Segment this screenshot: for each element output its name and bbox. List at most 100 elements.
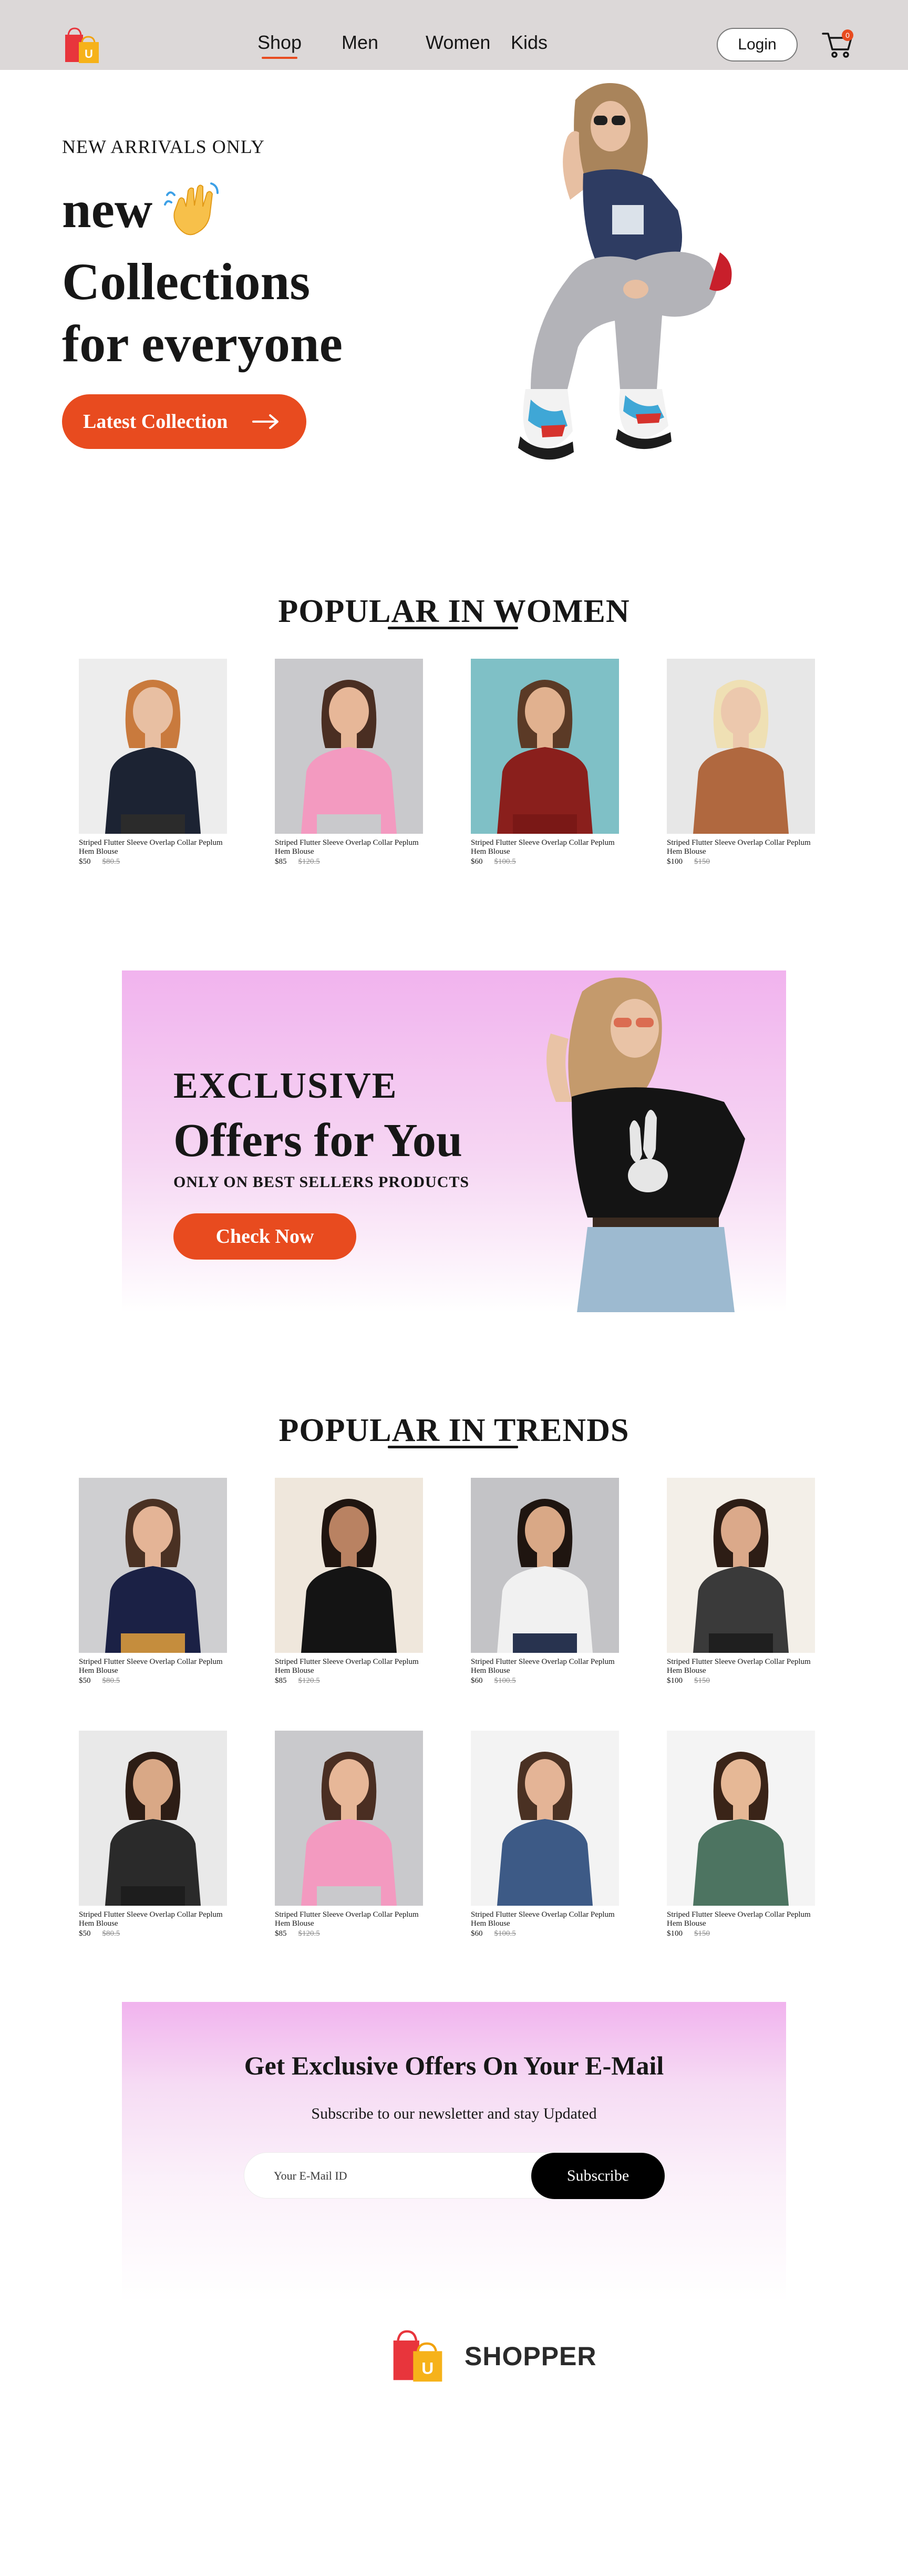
product-photo[interactable] — [79, 1478, 227, 1653]
product-name[interactable]: Striped Flutter Sleeve Overlap Collar Pe… — [79, 1658, 226, 1675]
product-card[interactable]: Striped Flutter Sleeve Overlap Collar Pe… — [667, 1478, 824, 1688]
product-new-price: $100 — [667, 857, 683, 866]
product-old-price: $80.5 — [102, 1677, 120, 1685]
product-photo[interactable] — [471, 659, 619, 834]
offer-subtitle: ONLY ON BEST SELLERS PRODUCTS — [173, 1173, 470, 1191]
nav-link-shop[interactable]: Shop — [257, 32, 302, 59]
product-photo[interactable] — [667, 1478, 815, 1653]
product-name[interactable]: Striped Flutter Sleeve Overlap Collar Pe… — [471, 1658, 618, 1675]
product-card[interactable]: Striped Flutter Sleeve Overlap Collar Pe… — [79, 1731, 236, 1941]
newsletter-title: Get Exclusive Offers On Your E-Mail — [244, 2051, 664, 2080]
product-new-price: $60 — [471, 1929, 483, 1938]
product-name[interactable]: Striped Flutter Sleeve Overlap Collar Pe… — [471, 839, 618, 856]
product-prices: $50 $80.5 — [79, 1677, 120, 1685]
product-name[interactable]: Striped Flutter Sleeve Overlap Collar Pe… — [275, 839, 422, 856]
product-photo[interactable] — [79, 659, 227, 834]
product-prices: $100 $150 — [667, 1929, 710, 1938]
product-image — [275, 1478, 423, 1653]
product-old-price: $150 — [694, 1929, 710, 1938]
product-name[interactable]: Striped Flutter Sleeve Overlap Collar Pe… — [667, 1658, 814, 1675]
product-photo[interactable] — [275, 659, 423, 834]
product-image — [79, 1478, 227, 1653]
cart-count-badge: 0 — [842, 29, 853, 41]
hero-title: new Collections for everyone — [62, 179, 343, 375]
product-old-price: $150 — [694, 1677, 710, 1685]
offer-model-image — [546, 977, 745, 1312]
product-card[interactable]: Striped Flutter Sleeve Overlap Collar Pe… — [275, 659, 432, 869]
product-old-price: $120.5 — [298, 857, 320, 866]
hero-title-line2: Collections — [62, 252, 311, 311]
product-photo[interactable] — [471, 1731, 619, 1906]
product-image — [471, 659, 619, 834]
popular-women-title: POPULAR IN WOMEN — [278, 594, 630, 629]
cart-button[interactable]: 0 — [821, 29, 854, 60]
product-new-price: $85 — [275, 857, 287, 866]
product-name[interactable]: Striped Flutter Sleeve Overlap Collar Pe… — [667, 1910, 814, 1928]
product-new-price: $60 — [471, 857, 483, 866]
hero-title-line1: new — [62, 179, 343, 251]
product-card[interactable]: Striped Flutter Sleeve Overlap Collar Pe… — [667, 659, 824, 869]
latest-collection-button[interactable]: Latest Collection — [62, 394, 306, 449]
product-photo[interactable] — [667, 659, 815, 834]
subscribe-button[interactable]: Subscribe — [531, 2153, 665, 2199]
product-image — [79, 1731, 227, 1906]
product-image — [275, 659, 423, 834]
product-card[interactable]: Striped Flutter Sleeve Overlap Collar Pe… — [667, 1731, 824, 1941]
product-name[interactable]: Striped Flutter Sleeve Overlap Collar Pe… — [667, 839, 814, 856]
nav-link-women[interactable]: Women — [426, 32, 490, 54]
product-prices: $85 $120.5 — [275, 1677, 320, 1685]
product-prices: $100 $150 — [667, 857, 710, 866]
product-prices: $100 $150 — [667, 1677, 710, 1685]
product-image — [471, 1731, 619, 1906]
svg-text:U: U — [421, 2359, 434, 2378]
product-image — [667, 1478, 815, 1653]
product-old-price: $150 — [694, 857, 710, 866]
product-prices: $60 $100.5 — [471, 857, 516, 866]
product-photo[interactable] — [275, 1478, 423, 1653]
product-name[interactable]: Striped Flutter Sleeve Overlap Collar Pe… — [275, 1910, 422, 1928]
popular-women-underline — [388, 627, 518, 629]
product-card[interactable]: Striped Flutter Sleeve Overlap Collar Pe… — [275, 1478, 432, 1688]
product-old-price: $80.5 — [102, 857, 120, 866]
product-old-price: $100.5 — [494, 1929, 516, 1938]
product-name[interactable]: Striped Flutter Sleeve Overlap Collar Pe… — [79, 1910, 226, 1928]
email-input[interactable] — [274, 2153, 494, 2199]
product-photo[interactable] — [275, 1731, 423, 1906]
product-new-price: $100 — [667, 1677, 683, 1685]
product-photo[interactable] — [471, 1478, 619, 1653]
product-card[interactable]: Striped Flutter Sleeve Overlap Collar Pe… — [471, 1731, 628, 1941]
product-name[interactable]: Striped Flutter Sleeve Overlap Collar Pe… — [79, 839, 226, 856]
exclusive-offer-banner: EXCLUSIVE Offers for You ONLY ON BEST SE… — [122, 970, 786, 1312]
nav-link-men[interactable]: Men — [342, 32, 378, 54]
hero-eyebrow: NEW ARRIVALS ONLY — [62, 136, 265, 157]
product-photo[interactable] — [667, 1731, 815, 1906]
product-card[interactable]: Striped Flutter Sleeve Overlap Collar Pe… — [471, 659, 628, 869]
product-prices: $85 $120.5 — [275, 1929, 320, 1938]
footer-logo-icon[interactable]: U — [389, 2328, 447, 2384]
check-now-button[interactable]: Check Now — [173, 1213, 356, 1260]
product-prices: $50 $80.5 — [79, 1929, 120, 1938]
login-button[interactable]: Login — [717, 28, 798, 62]
product-name[interactable]: Striped Flutter Sleeve Overlap Collar Pe… — [275, 1658, 422, 1675]
product-photo[interactable] — [79, 1731, 227, 1906]
product-new-price: $50 — [79, 857, 91, 866]
product-image — [79, 659, 227, 834]
product-card[interactable]: Striped Flutter Sleeve Overlap Collar Pe… — [275, 1731, 432, 1941]
footer-brand-name: SHOPPER — [465, 2342, 597, 2371]
newsletter-form: Subscribe — [244, 2152, 665, 2199]
offer-eyebrow: EXCLUSIVE — [173, 1066, 398, 1106]
product-prices: $50 $80.5 — [79, 857, 120, 866]
product-old-price: $120.5 — [298, 1929, 320, 1938]
product-prices: $60 $100.5 — [471, 1677, 516, 1685]
product-card[interactable]: Striped Flutter Sleeve Overlap Collar Pe… — [79, 1478, 236, 1688]
product-name[interactable]: Striped Flutter Sleeve Overlap Collar Pe… — [471, 1910, 618, 1928]
product-image — [471, 1478, 619, 1653]
product-card[interactable]: Striped Flutter Sleeve Overlap Collar Pe… — [471, 1478, 628, 1688]
product-old-price: $80.5 — [102, 1929, 120, 1938]
product-card[interactable]: Striped Flutter Sleeve Overlap Collar Pe… — [79, 659, 236, 869]
nav-link-kids[interactable]: Kids — [511, 32, 548, 54]
product-prices: $60 $100.5 — [471, 1929, 516, 1938]
product-new-price: $50 — [79, 1677, 91, 1685]
product-new-price: $60 — [471, 1677, 483, 1685]
product-prices: $85 $120.5 — [275, 857, 320, 866]
